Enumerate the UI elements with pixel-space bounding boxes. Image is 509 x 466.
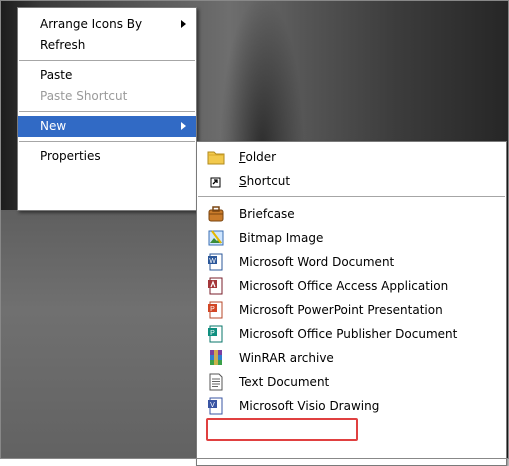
menu-separator [19, 60, 195, 61]
menu-item-label: Bitmap Image [239, 231, 324, 245]
menu-item-properties[interactable]: Properties [18, 146, 196, 167]
svg-text:P: P [210, 306, 215, 313]
menu-item-label: Microsoft Office Access Application [239, 279, 449, 293]
menu-item-label: New [40, 119, 67, 133]
submenu-item-winrar-archive[interactable]: WinRAR archive [197, 346, 506, 370]
winrar-archive-icon [207, 349, 225, 367]
menu-item-label: Microsoft Office Publisher Document [239, 327, 458, 341]
desktop-shade [0, 210, 200, 459]
menu-item-label: Microsoft Word Document [239, 255, 395, 269]
bitmap-image-icon [207, 229, 225, 247]
menu-item-label: Paste [40, 68, 73, 82]
submenu-item-bitmap-image[interactable]: Bitmap Image [197, 226, 506, 250]
submenu-item-text-document[interactable]: Text Document [197, 370, 506, 394]
submenu-item-publisher-document[interactable]: P Microsoft Office Publisher Document [197, 322, 506, 346]
menu-item-label: WinRAR archive [239, 351, 334, 365]
submenu-item-shortcut[interactable]: Shortcut [197, 169, 506, 193]
desktop-context-menu: Arrange Icons By Refresh Paste Paste Sho… [17, 7, 197, 211]
submenu-item-briefcase[interactable]: Briefcase [197, 202, 506, 226]
submenu-item-powerpoint-presentation[interactable]: P Microsoft PowerPoint Presentation [197, 298, 506, 322]
svg-text:W: W [209, 258, 216, 265]
menu-item-paste-shortcut: Paste Shortcut [18, 86, 196, 107]
svg-text:V: V [210, 402, 215, 409]
submenu-item-word-document[interactable]: W Microsoft Word Document [197, 250, 506, 274]
text-document-icon [207, 373, 225, 391]
powerpoint-presentation-icon: P [207, 301, 225, 319]
publisher-document-icon: P [207, 325, 225, 343]
submenu-arrow-icon [181, 20, 186, 28]
submenu-item-visio-drawing[interactable]: V Microsoft Visio Drawing [197, 394, 506, 418]
menu-item-label: Microsoft Visio Drawing [239, 399, 380, 413]
menu-item-label: Paste Shortcut [40, 89, 128, 103]
menu-item-label: Microsoft PowerPoint Presentation [239, 303, 443, 317]
submenu-item-access-application[interactable]: Microsoft Office Access Application [197, 274, 506, 298]
menu-item-label: Refresh [40, 38, 86, 52]
menu-item-label: Arrange Icons By [40, 17, 143, 31]
menu-item-label: Shortcut [239, 174, 291, 188]
menu-item-label: Text Document [239, 375, 330, 389]
shortcut-icon [207, 172, 225, 190]
menu-item-label: Folder [239, 150, 277, 164]
word-document-icon: W [207, 253, 225, 271]
menu-separator [19, 111, 195, 112]
menu-item-new[interactable]: New [18, 116, 196, 137]
menu-item-label: Briefcase [239, 207, 295, 221]
submenu-item-folder[interactable]: Folder [197, 145, 506, 169]
folder-icon [207, 148, 225, 166]
briefcase-icon [207, 205, 225, 223]
menu-item-refresh[interactable]: Refresh [18, 35, 196, 56]
svg-text:P: P [210, 330, 215, 337]
menu-separator [19, 141, 195, 142]
visio-drawing-icon: V [207, 397, 225, 415]
submenu-arrow-icon [181, 122, 186, 130]
menu-item-paste[interactable]: Paste [18, 65, 196, 86]
access-application-icon [207, 277, 225, 295]
new-submenu: Folder Shortcut Briefcase Bitmap Image W… [196, 141, 507, 466]
menu-item-arrange-icons-by[interactable]: Arrange Icons By [18, 14, 196, 35]
menu-item-label: Properties [40, 149, 101, 163]
menu-separator [198, 196, 505, 197]
